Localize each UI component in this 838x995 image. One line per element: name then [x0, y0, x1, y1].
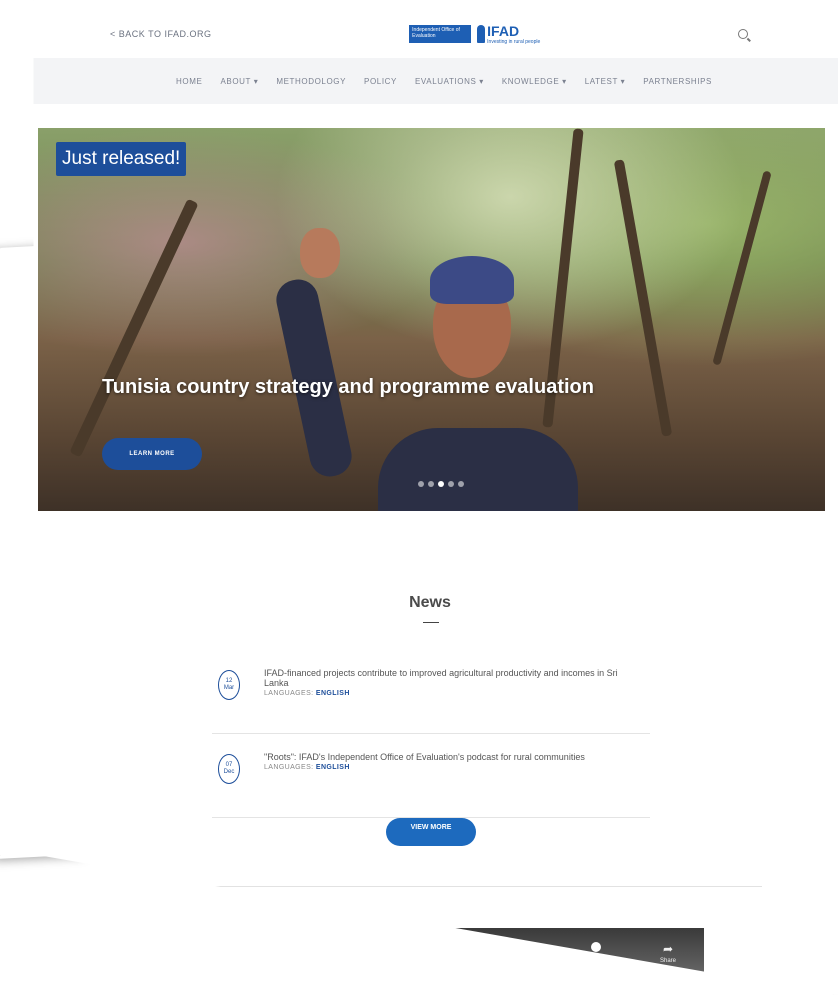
- carousel-dot[interactable]: [438, 481, 444, 487]
- carousel-dot[interactable]: [428, 481, 434, 487]
- share-button[interactable]: ➦ Share: [648, 942, 688, 964]
- video-title[interactable]: Independent Office of Evaluation (IOE) –…: [208, 948, 474, 962]
- languages-label: LANGUAGES:: [264, 690, 314, 697]
- languages-label: LANGUAGES:: [264, 764, 314, 771]
- carousel-dot[interactable]: [458, 481, 464, 487]
- hero-carousel[interactable]: Just released! Tunisia country strategy …: [38, 128, 825, 511]
- nav-item-partnerships[interactable]: PARTNERSHIPS: [643, 77, 712, 86]
- section-divider: [102, 886, 762, 887]
- date-day: 07: [225, 762, 233, 768]
- nav-item-about[interactable]: ABOUT ▾: [220, 77, 258, 86]
- news-item-text: IFAD-financed projects contribute to imp…: [264, 668, 644, 699]
- watch-later-button[interactable]: Watch later: [576, 942, 616, 962]
- search-icon[interactable]: [737, 29, 748, 39]
- tree-trunk: [712, 170, 772, 366]
- ifad-logo[interactable]: Independent Office of Evaluation IFAD In…: [409, 23, 540, 45]
- news-item-title[interactable]: IFAD-financed projects contribute to imp…: [264, 668, 618, 688]
- nav-item-methodology[interactable]: METHODOLOGY: [276, 77, 346, 86]
- carousel-dot[interactable]: [418, 481, 424, 487]
- nav-item-home[interactable]: HOME: [176, 77, 202, 86]
- languages-value[interactable]: ENGLISH: [316, 764, 350, 771]
- just-released-badge: Just released!: [56, 142, 187, 176]
- top-bar: < BACK TO IFAD.ORG Independent Office of…: [30, 12, 838, 56]
- news-item-title[interactable]: "Roots": IFAD's Independent Office of Ev…: [264, 752, 585, 762]
- news-item[interactable]: 12 Mar IFAD-financed projects contribute…: [212, 648, 650, 734]
- main-nav: HOME ABOUT ▾ METHODOLOGY POLICY EVALUATI…: [30, 58, 838, 104]
- news-item-text: "Roots": IFAD's Independent Office of Ev…: [264, 752, 644, 773]
- date-badge: 07 Dec: [218, 754, 240, 784]
- watch-later-label: Watch later: [580, 956, 612, 962]
- news-heading-rule: [423, 622, 439, 623]
- nav-item-latest[interactable]: LATEST ▾: [585, 77, 626, 86]
- logo-tagline: Investing in rural people: [487, 39, 541, 45]
- back-to-ifad-link[interactable]: < BACK TO IFAD.ORG: [110, 29, 211, 39]
- logo-name: IFAD: [487, 23, 520, 39]
- ifad-logo-mark: IFAD Investing in rural people: [477, 23, 540, 45]
- date-month: Dec: [223, 769, 235, 775]
- date-day: 12: [225, 678, 233, 684]
- person-hand: [300, 228, 340, 278]
- person-body: [378, 428, 578, 511]
- video-embed[interactable]: Independent Office of Evaluation (IOE) –…: [160, 928, 704, 995]
- nav-item-policy[interactable]: POLICY: [364, 77, 397, 86]
- share-label: Share: [659, 958, 676, 964]
- page: < BACK TO IFAD.ORG Independent Office of…: [0, 0, 838, 995]
- carousel-dots: [418, 481, 464, 487]
- news-languages: LANGUAGES: ENGLISH: [264, 689, 644, 699]
- date-badge: 12 Mar: [218, 670, 240, 700]
- clock-icon: [591, 942, 601, 952]
- view-more-button[interactable]: VIEW MORE: [386, 818, 476, 846]
- ifad-figure-icon: [477, 25, 486, 43]
- date-month: Mar: [223, 685, 235, 691]
- news-heading: News: [409, 594, 451, 611]
- channel-logo-icon[interactable]: [174, 944, 198, 968]
- hero-title: Tunisia country strategy and programme e…: [102, 376, 594, 398]
- nav-item-evaluations[interactable]: EVALUATIONS ▾: [415, 77, 484, 86]
- nav-item-knowledge[interactable]: KNOWLEDGE ▾: [502, 77, 567, 86]
- person-cap: [430, 256, 514, 304]
- tree-trunk: [69, 198, 199, 458]
- learn-more-button[interactable]: LEARN MORE: [102, 438, 202, 470]
- tree-trunk: [613, 159, 673, 437]
- carousel-dot[interactable]: [448, 481, 454, 487]
- share-icon: ➦: [662, 942, 674, 956]
- news-item[interactable]: 07 Dec "Roots": IFAD's Independent Offic…: [212, 732, 650, 818]
- news-languages: LANGUAGES: ENGLISH: [264, 763, 644, 773]
- languages-value[interactable]: ENGLISH: [316, 690, 350, 697]
- ioe-logo-box: Independent Office of Evaluation: [409, 25, 472, 43]
